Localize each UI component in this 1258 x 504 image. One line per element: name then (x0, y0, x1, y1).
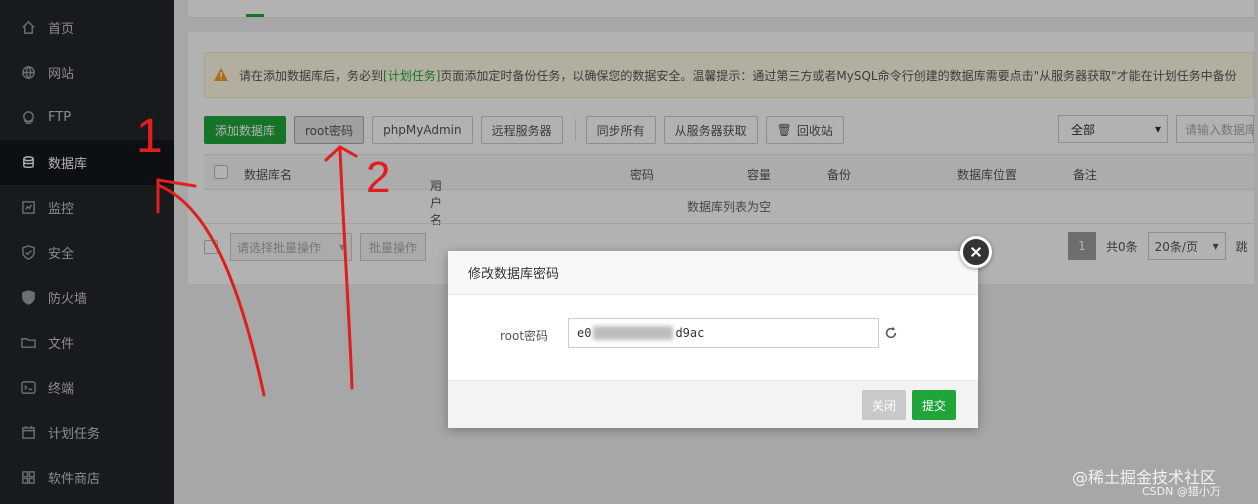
root-password-label: root密码 (500, 329, 549, 343)
dialog-close-icon[interactable] (960, 236, 992, 268)
root-password-input[interactable]: e0 d9ac (568, 318, 879, 348)
watermark-csdn: CSDN @猎小万 (1142, 485, 1221, 498)
password-visible-end: d9ac (675, 326, 705, 340)
dialog-title: 修改数据库密码 (448, 251, 978, 295)
redacted-blur (593, 326, 674, 340)
change-db-password-dialog: 修改数据库密码 root密码 e0 d9ac 关闭 提交 (448, 251, 978, 428)
submit-button[interactable]: 提交 (912, 390, 957, 420)
dialog-body: root密码 e0 d9ac (448, 295, 978, 380)
password-visible-start: e0 (577, 326, 592, 340)
refresh-icon[interactable] (884, 326, 898, 340)
close-button[interactable]: 关闭 (862, 390, 907, 420)
dialog-footer: 关闭 提交 (448, 380, 978, 428)
